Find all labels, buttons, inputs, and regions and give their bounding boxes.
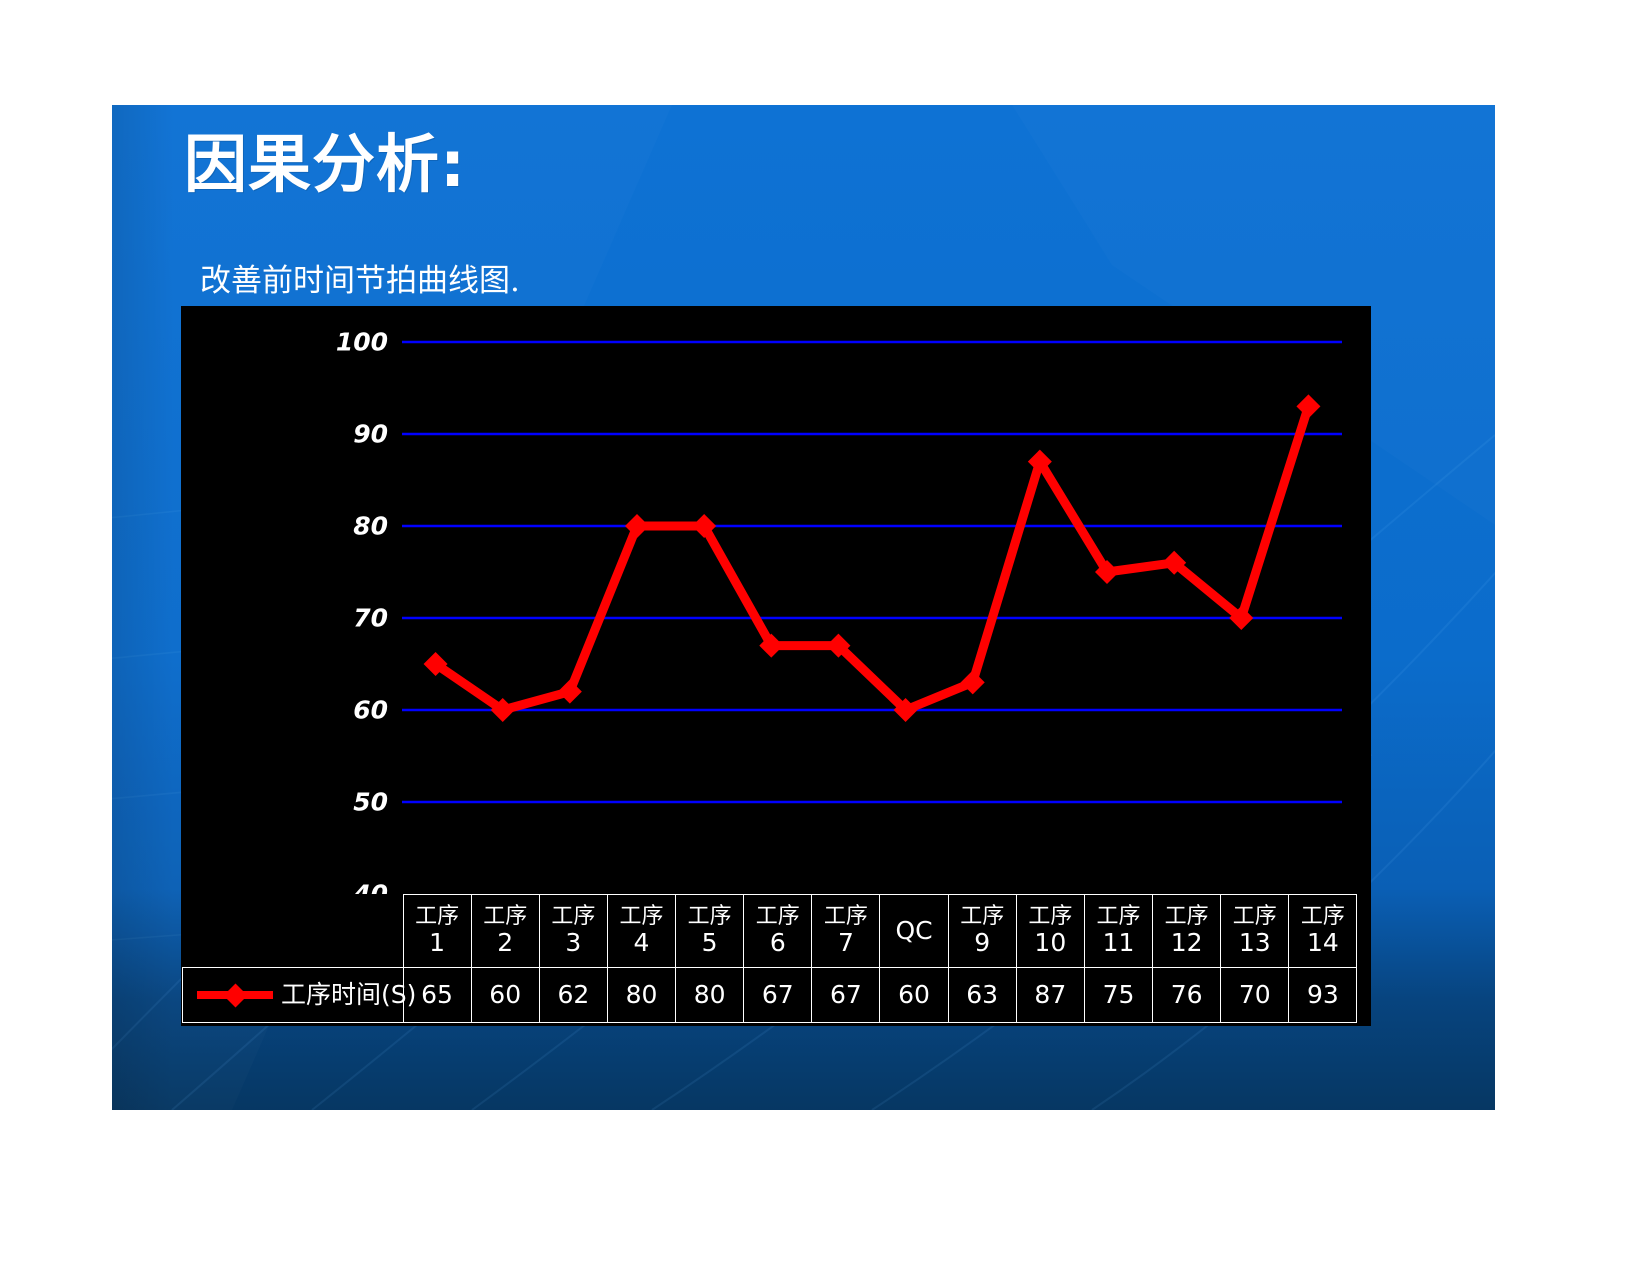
table-header-cell: 工序 9 — [947, 894, 1017, 968]
table-header-cell: QC — [879, 894, 949, 968]
category-label-line1: 工序 — [960, 903, 1005, 929]
table-value-cell: 80 — [675, 967, 745, 1023]
category-label-line1: 工序 — [1096, 903, 1141, 929]
category-label-line2: 12 — [1170, 928, 1203, 958]
table-value-cell: 80 — [606, 967, 677, 1023]
category-label-line2: 4 — [633, 928, 650, 958]
data-point-marker — [1296, 394, 1321, 419]
category-label-line1: 工序 — [755, 903, 800, 929]
table-header-cell: 工序 7 — [811, 894, 881, 968]
table-row: 工序时间(S) 65 60 62 80 80 67 67 60 63 87 75 76 70 93 — [182, 967, 1358, 1023]
table-header-cell: 工序 5 — [675, 894, 745, 968]
chart-gridlines — [402, 340, 1342, 804]
category-label-line2: 9 — [974, 928, 991, 958]
category-label-line2: 3 — [565, 928, 582, 958]
category-label-line2: 5 — [701, 928, 718, 958]
series-legend-label: 工序时间(S) — [281, 980, 417, 1009]
data-point-marker — [557, 679, 582, 704]
table-value-cell: 70 — [1220, 967, 1290, 1023]
chart-data-table[interactable]: 工序 1 工序 2 工序 3 工序 4 工序 5 工序 6 工序 7 QC 工序 9 工序 10 工序 11 工序 12 工序… — [182, 894, 1358, 1023]
table-value-cell: 87 — [1015, 967, 1085, 1023]
table-header-cell: 工序 11 — [1083, 894, 1154, 968]
category-label-line1: 工序 — [1232, 903, 1277, 929]
category-label-line1: 工序 — [619, 903, 664, 929]
data-point-marker — [625, 514, 649, 538]
table-header-cell: 工序 6 — [743, 894, 813, 968]
slide-left-band — [112, 105, 174, 1110]
category-label-line1: 工序 — [687, 903, 732, 929]
y-axis-tick-label: 90 — [353, 419, 388, 449]
table-header-cell: 工序 4 — [606, 894, 677, 968]
table-value-cell: 67 — [811, 967, 881, 1023]
category-label-line2: 6 — [769, 928, 786, 958]
y-axis-tick-label: 100 — [335, 327, 388, 357]
data-point-marker — [960, 670, 985, 695]
table-header-corner — [182, 894, 403, 968]
category-label-line2: 7 — [837, 928, 854, 958]
category-label-line1: 工序 — [551, 903, 596, 929]
category-label-line1: 工序 — [1300, 903, 1345, 929]
category-label-line2: 10 — [1034, 928, 1067, 958]
table-header-cell: 工序 2 — [470, 894, 540, 968]
category-label-line2: 14 — [1306, 928, 1339, 958]
series-legend-cell[interactable]: 工序时间(S) — [182, 967, 416, 1023]
category-label: QC — [895, 916, 933, 945]
slide-root: 因果分析: 改善前时间节拍曲线图. 100908070605040 工序1工序2… — [0, 0, 1650, 1275]
y-axis-tick-label: 60 — [353, 695, 388, 725]
table-value-cell: 63 — [947, 967, 1017, 1023]
table-value-cell: 60 — [470, 967, 540, 1023]
table-value-cell: 60 — [879, 967, 949, 1023]
page-subtitle: 改善前时间节拍曲线图. — [200, 263, 520, 299]
table-value-cell: 67 — [743, 967, 813, 1023]
table-value-cell: 76 — [1152, 967, 1222, 1023]
y-axis-tick-label: 80 — [353, 511, 388, 541]
table-value-cell: 93 — [1288, 967, 1358, 1023]
table-header-cell: 工序 12 — [1152, 894, 1222, 968]
category-label-line1: 工序 — [1164, 903, 1209, 929]
category-label-line1: 工序 — [483, 903, 528, 929]
category-label-line1: 工序 — [823, 903, 868, 929]
table-header-cell: 工序 14 — [1288, 894, 1358, 968]
table-header-cell: 工序 1 — [402, 894, 472, 968]
legend-line-diamond-icon — [197, 982, 273, 1008]
table-header-row: 工序 1 工序 2 工序 3 工序 4 工序 5 工序 6 工序 7 QC 工序 9 工序 10 工序 11 工序 12 工序… — [182, 894, 1358, 968]
category-label-line1: 工序 — [415, 903, 460, 929]
category-label-line1: 工序 — [1028, 903, 1073, 929]
table-value-cell: 75 — [1083, 967, 1154, 1023]
y-axis-tick-label: 70 — [353, 603, 388, 633]
table-header-cell: 工序 3 — [538, 894, 608, 968]
table-header-cell: 工序 10 — [1015, 894, 1085, 968]
presentation-slide: 因果分析: 改善前时间节拍曲线图. 100908070605040 工序1工序2… — [112, 105, 1495, 1110]
page-title: 因果分析: — [184, 128, 467, 201]
category-label-line2: 13 — [1238, 928, 1271, 958]
table-header-cell: 工序 13 — [1220, 894, 1290, 968]
table-value-cell: 62 — [538, 967, 608, 1023]
chart-object[interactable]: 100908070605040 工序1工序2工序3工序4工序5工序6工序7QC工… — [182, 307, 1370, 1025]
category-label-line2: 1 — [429, 928, 446, 958]
y-axis-tick-label: 50 — [353, 787, 388, 817]
category-label-line2: 11 — [1102, 928, 1135, 958]
category-label-line2: 2 — [497, 928, 514, 958]
